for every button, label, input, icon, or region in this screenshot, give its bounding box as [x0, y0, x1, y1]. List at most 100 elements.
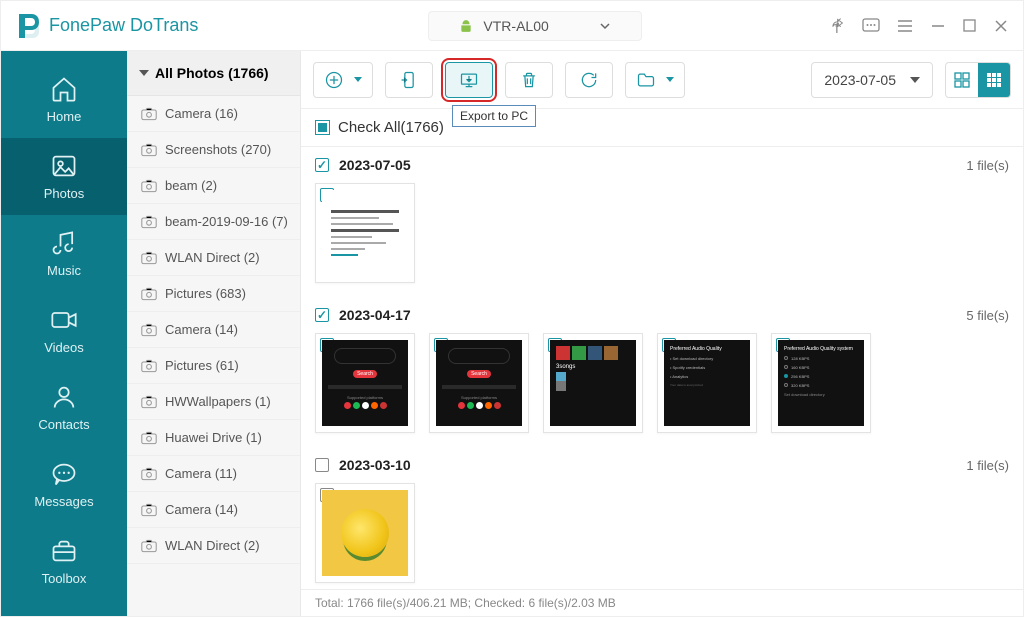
category-sidebar: Home Photos Music Videos Contacts Messag…	[1, 51, 127, 616]
album-item[interactable]: Camera (11)	[127, 456, 300, 492]
album-label: Camera (11)	[165, 466, 237, 481]
albums-header[interactable]: All Photos (1766)	[127, 51, 300, 96]
export-to-device-button[interactable]	[385, 62, 433, 98]
content-pane: Export to PC 2023-07-05	[301, 51, 1023, 616]
nav-home-label: Home	[47, 109, 82, 124]
photo-thumbnail[interactable]	[315, 183, 415, 283]
thumbnail-row: SearchSupported platformsSearchSupported…	[315, 333, 1009, 447]
refresh-icon	[579, 70, 599, 90]
section-checkbox[interactable]	[315, 308, 329, 322]
check-all-label: Check All(1766)	[338, 119, 444, 136]
section-date: 2023-04-17	[339, 307, 411, 323]
nav-toolbox[interactable]: Toolbox	[1, 523, 127, 600]
contacts-icon	[50, 383, 78, 411]
album-item[interactable]: WLAN Direct (2)	[127, 528, 300, 564]
nav-home[interactable]: Home	[1, 61, 127, 138]
album-item[interactable]: Pictures (683)	[127, 276, 300, 312]
app-logo-icon	[15, 12, 39, 40]
delete-button[interactable]	[505, 62, 553, 98]
menu-icon[interactable]	[896, 17, 914, 35]
share-icon[interactable]: f	[832, 17, 846, 35]
plus-circle-icon	[324, 70, 344, 90]
photo-thumbnail[interactable]: Preferred Audio Quality• Set download di…	[657, 333, 757, 433]
album-icon	[141, 503, 157, 517]
date-section-header[interactable]: 2023-03-10 1 file(s)	[315, 447, 1009, 483]
window-controls: f	[832, 17, 1009, 35]
nav-videos[interactable]: Videos	[1, 292, 127, 369]
album-item[interactable]: Camera (14)	[127, 492, 300, 528]
album-list: Camera (16)Screenshots (270) beam (2) beam…	[127, 96, 300, 564]
album-label: Pictures (61)	[165, 358, 239, 373]
albums-header-label: All Photos (1766)	[155, 65, 269, 81]
album-label: WLAN Direct (2)	[165, 250, 260, 265]
date-filter-dropdown[interactable]: 2023-07-05	[811, 62, 933, 98]
album-label: Camera (14)	[165, 502, 238, 517]
nav-music-label: Music	[47, 263, 81, 278]
photo-thumbnail[interactable]: SearchSupported platforms	[429, 333, 529, 433]
section-checkbox[interactable]	[315, 158, 329, 172]
album-icon	[141, 431, 157, 445]
maximize-icon[interactable]	[962, 18, 977, 33]
view-grid-small[interactable]	[978, 63, 1010, 97]
nav-music[interactable]: Music	[1, 215, 127, 292]
photo-thumbnail[interactable]: 3songs	[543, 333, 643, 433]
photo-scroll-area[interactable]: 2023-07-05 1 file(s) 2023-04-175 file(s)Se…	[301, 147, 1023, 589]
album-item[interactable]: WLAN Direct (2)	[127, 240, 300, 276]
refresh-button[interactable]	[565, 62, 613, 98]
close-icon[interactable]	[993, 18, 1009, 34]
grid-small-icon	[986, 72, 1002, 88]
home-icon	[50, 75, 78, 103]
minimize-icon[interactable]	[930, 18, 946, 34]
add-button[interactable]	[313, 62, 373, 98]
nav-contacts-label: Contacts	[38, 417, 89, 432]
album-icon	[141, 287, 157, 301]
album-item[interactable]: Camera (16)	[127, 96, 300, 132]
album-item[interactable]: HWWallpapers (1)	[127, 384, 300, 420]
album-item[interactable]: Pictures (61)	[127, 348, 300, 384]
view-grid-large[interactable]	[946, 63, 978, 97]
photo-thumbnail[interactable]: Preferred Audio Quality system 128 KBPS …	[771, 333, 871, 433]
phone-export-icon	[399, 70, 419, 90]
album-label: Camera (14)	[165, 322, 238, 337]
album-label: Pictures (683)	[165, 286, 246, 301]
album-icon	[141, 215, 157, 229]
album-label: beam (2)	[165, 178, 217, 193]
check-all-row[interactable]: Check All(1766)	[301, 109, 1023, 147]
album-icon	[141, 143, 157, 157]
album-item[interactable]: beam (2)	[127, 168, 300, 204]
folder-button[interactable]	[625, 62, 685, 98]
album-item[interactable]: beam-2019-09-16 (7)	[127, 204, 300, 240]
album-icon	[141, 539, 157, 553]
device-selector[interactable]: VTR-AL00	[428, 11, 641, 41]
view-toggle	[945, 62, 1011, 98]
caret-down-icon	[139, 68, 149, 78]
album-panel: All Photos (1766) Camera (16)Screenshots…	[127, 51, 301, 616]
messages-icon	[50, 460, 78, 488]
section-checkbox[interactable]	[315, 458, 329, 472]
check-all-checkbox[interactable]	[315, 120, 330, 135]
export-to-pc-button[interactable]: Export to PC	[445, 62, 493, 98]
titlebar: FonePaw DoTrans VTR-AL00 f	[1, 1, 1023, 51]
photo-thumbnail[interactable]	[315, 483, 415, 583]
date-filter-value: 2023-07-05	[824, 72, 896, 88]
nav-photos[interactable]: Photos	[1, 138, 127, 215]
album-icon	[141, 395, 157, 409]
album-item[interactable]: Huawei Drive (1)	[127, 420, 300, 456]
photo-thumbnail[interactable]: SearchSupported platforms	[315, 333, 415, 433]
section-count: 1 file(s)	[966, 158, 1009, 173]
section-date: 2023-07-05	[339, 157, 411, 173]
album-icon	[141, 467, 157, 481]
section-date: 2023-03-10	[339, 457, 411, 473]
nav-toolbox-label: Toolbox	[42, 571, 87, 586]
nav-messages[interactable]: Messages	[1, 446, 127, 523]
photos-icon	[50, 152, 78, 180]
date-section-header[interactable]: 2023-04-175 file(s)	[315, 297, 1009, 333]
section-count: 1 file(s)	[966, 458, 1009, 473]
album-icon	[141, 107, 157, 121]
nav-contacts[interactable]: Contacts	[1, 369, 127, 446]
album-item[interactable]: Screenshots (270)	[127, 132, 300, 168]
album-item[interactable]: Camera (14)	[127, 312, 300, 348]
feedback-icon[interactable]	[862, 17, 880, 35]
trash-icon	[519, 70, 539, 90]
date-section-header[interactable]: 2023-07-05 1 file(s)	[315, 147, 1009, 183]
